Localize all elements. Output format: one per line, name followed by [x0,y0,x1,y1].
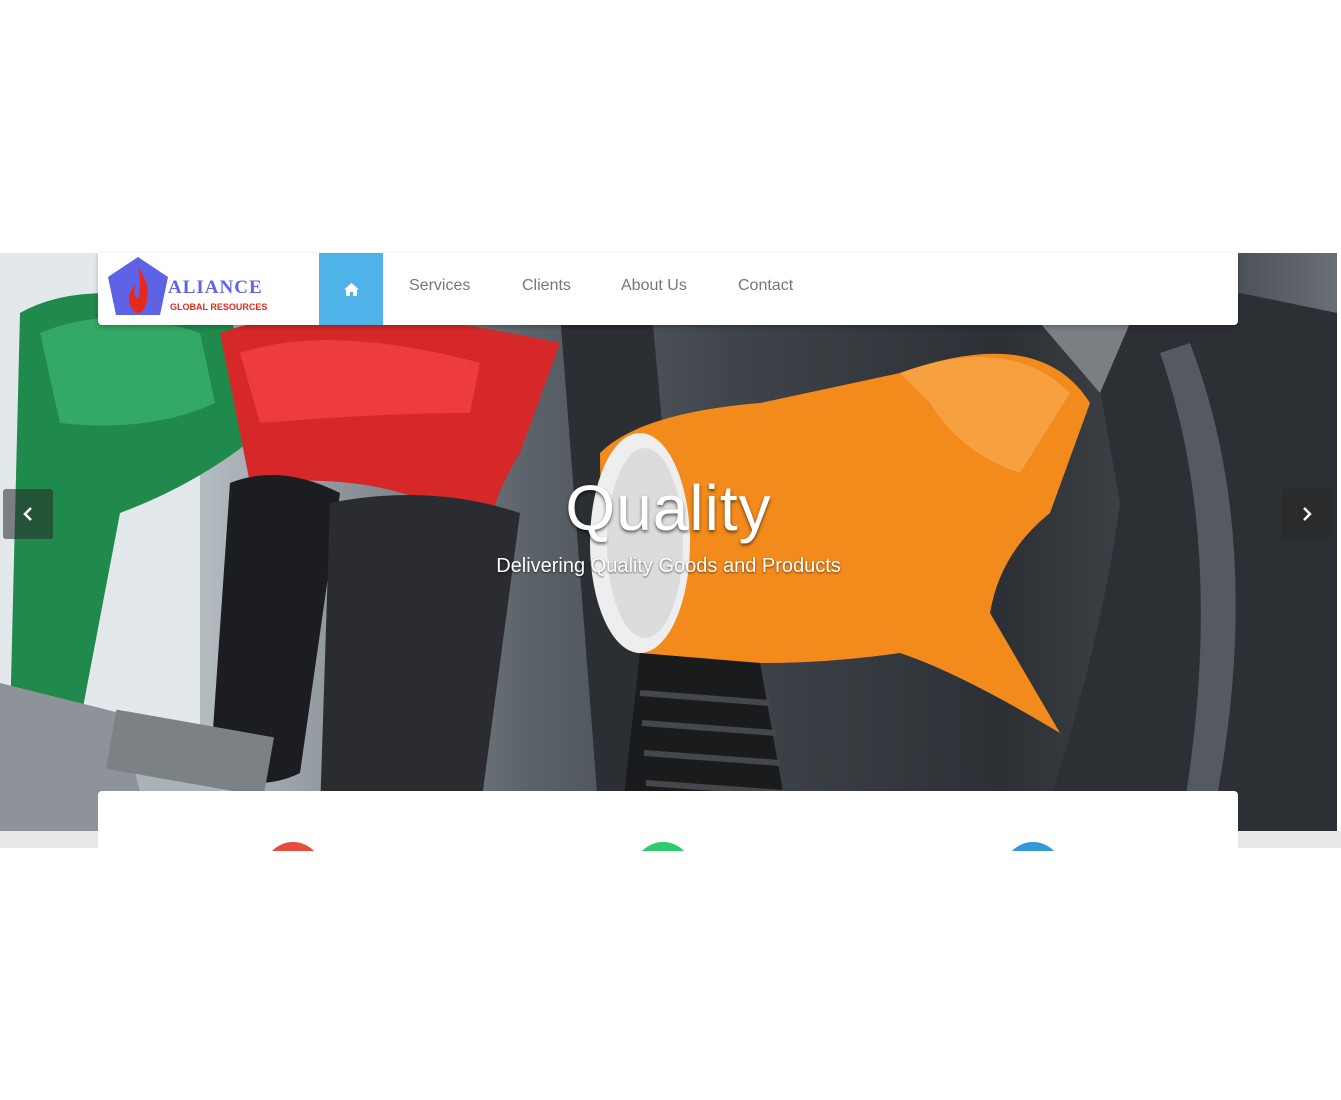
chevron-right-icon [1303,507,1312,521]
chevron-left-icon [23,507,32,521]
features-panel [98,791,1238,851]
nav-item-services[interactable]: Services [409,253,470,325]
carousel-next-button[interactable] [1282,489,1332,539]
nav-item-contact[interactable]: Contact [738,253,793,325]
hero-slider: Quality Delivering Quality Goods and Pro… [0,253,1337,831]
home-icon [343,282,359,296]
feature-circle-icon [1004,842,1062,851]
logo[interactable]: ALIANCE GLOBAL RESOURCES [106,255,278,321]
nav-home-button[interactable] [319,253,383,325]
hero-subtitle: Delivering Quality Goods and Products [496,555,841,577]
flame-pentagon-logo-icon: ALIANCE GLOBAL RESOURCES [108,257,267,315]
carousel-prev-button[interactable] [3,489,53,539]
feature-circle-icon [634,842,692,851]
nav-item-about-us[interactable]: About Us [621,253,687,325]
nav-item-clients[interactable]: Clients [522,253,571,325]
navbar: ALIANCE GLOBAL RESOURCES Services Client… [98,253,1238,325]
svg-text:GLOBAL RESOURCES: GLOBAL RESOURCES [170,302,267,312]
svg-text:ALIANCE: ALIANCE [168,277,263,298]
hero-title: Quality [565,472,772,544]
feature-circle-icon [264,842,322,851]
